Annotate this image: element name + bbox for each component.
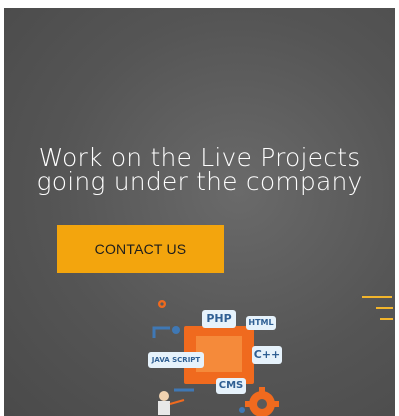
person-figure-icon <box>158 391 185 415</box>
hero-section: Work on the Live Projects going under th… <box>4 8 395 416</box>
tag-javascript: JAVA SCRIPT <box>148 352 204 368</box>
hero-headline: Work on the Live Projects going under th… <box>4 145 395 196</box>
tag-cplusplus: C++ <box>252 346 282 364</box>
contact-us-button[interactable]: CONTACT US <box>57 225 224 273</box>
headline-line-2: going under the company <box>36 167 363 196</box>
tag-cms: CMS <box>216 378 246 394</box>
small-gear-icon <box>158 300 166 308</box>
tag-php: PHP <box>202 310 236 328</box>
gear-icon <box>245 387 279 416</box>
tag-html: HTML <box>246 316 276 330</box>
tech-stack-illustration: PHP HTML C++ JAVA SCRIPT CMS <box>134 298 294 416</box>
hamburger-menu-icon[interactable] <box>362 295 394 325</box>
